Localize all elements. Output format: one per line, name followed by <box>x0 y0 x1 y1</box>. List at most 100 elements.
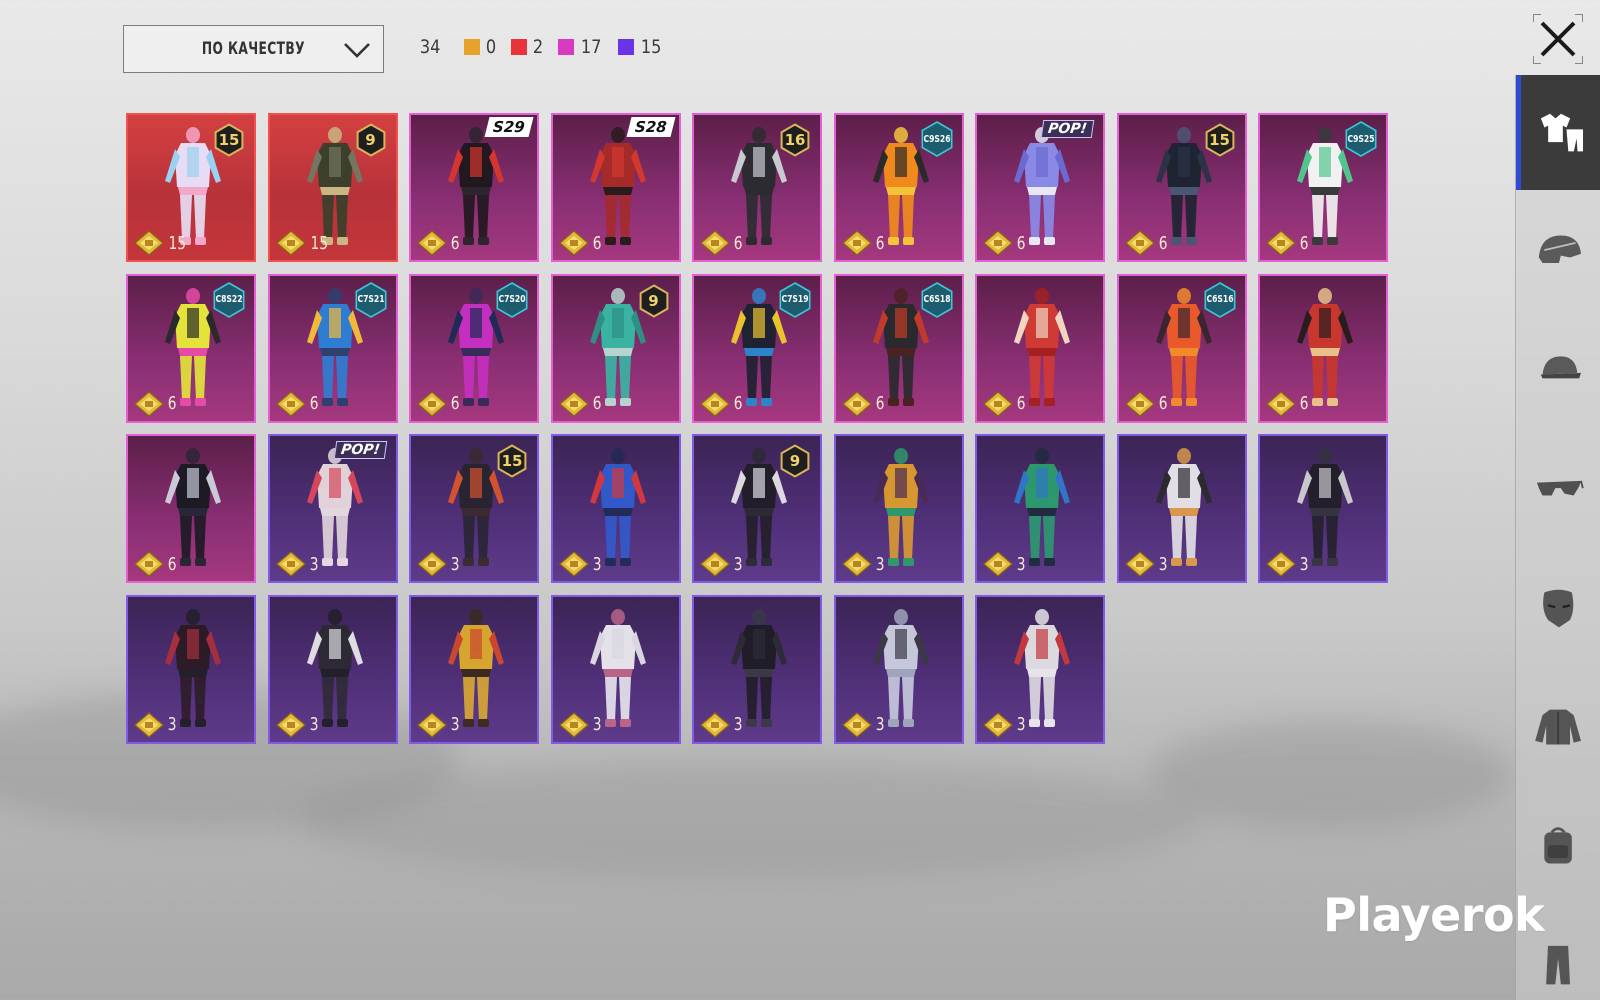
currency-diamond-icon <box>841 711 872 738</box>
category-tab-backpack[interactable] <box>1516 789 1600 904</box>
item-price-value: 3 <box>733 553 743 575</box>
item-card[interactable]: POP! 6 <box>975 113 1105 262</box>
item-card[interactable]: S28 6 <box>550 113 681 262</box>
item-card[interactable]: C9S26 6 <box>833 113 964 262</box>
item-card[interactable]: 6 <box>126 434 256 583</box>
currency-diamond-icon <box>841 551 872 577</box>
category-tab-helmet[interactable] <box>1516 194 1600 309</box>
category-tab-glasses[interactable] <box>1516 432 1600 547</box>
item-price-value: 6 <box>875 232 885 254</box>
currency-diamond-icon <box>1124 551 1155 577</box>
item-card[interactable]: 15 6 <box>1116 113 1247 262</box>
item-card[interactable]: 96 <box>550 273 681 423</box>
item-price-value: 3 <box>167 714 177 735</box>
item-card[interactable]: 3 <box>409 594 539 744</box>
level-badge: 9 <box>354 123 388 157</box>
quality-purple-swatch <box>617 39 634 55</box>
currency-diamond-icon <box>134 551 164 577</box>
item-card[interactable]: 3 <box>833 434 964 583</box>
level-badge: 15 <box>212 123 246 157</box>
item-price-value: 3 <box>1299 553 1309 575</box>
item-price: 6 <box>1266 390 1309 417</box>
quality-count-gold: 0 <box>464 36 497 58</box>
item-price: 3 <box>417 711 460 738</box>
item-card[interactable]: 3 <box>550 594 681 744</box>
item-card[interactable]: 3 <box>1258 434 1388 583</box>
watermark-logo: Playerok <box>1323 888 1545 942</box>
season-badge: S28 <box>626 117 675 137</box>
item-card[interactable]: 3 <box>692 594 822 744</box>
item-card[interactable]: 6 <box>975 273 1105 423</box>
helmet-icon <box>1538 235 1581 263</box>
item-card[interactable]: POP! 3 <box>267 434 398 583</box>
cycle-season-badge: C6S18 <box>918 281 956 318</box>
item-price: 3 <box>275 551 319 577</box>
category-tab-mask[interactable] <box>1516 551 1600 666</box>
item-card[interactable]: S29 6 <box>409 113 539 262</box>
item-card[interactable]: 3 <box>975 594 1105 744</box>
category-tab-jacket[interactable] <box>1516 670 1600 785</box>
category-tab-outfit[interactable] <box>1516 75 1600 190</box>
currency-diamond-icon <box>558 551 589 577</box>
item-card[interactable]: 3 <box>975 434 1105 583</box>
item-card[interactable]: C7S20 6 <box>409 273 539 423</box>
quality-pink-swatch <box>558 39 575 55</box>
cycle-season-badge-text: C6S18 <box>922 294 951 305</box>
item-card[interactable]: C7S19 6 <box>692 273 822 423</box>
item-card[interactable]: 93 <box>692 434 822 583</box>
currency-diamond-icon <box>1266 390 1296 417</box>
level-badge-text: 15 <box>501 452 523 470</box>
pop-badge: POP! <box>333 441 387 459</box>
item-card[interactable]: 3 <box>550 434 681 583</box>
currency-diamond-icon <box>983 230 1013 256</box>
pants-icon <box>1545 945 1570 984</box>
category-tab-cap[interactable] <box>1516 313 1600 428</box>
item-card[interactable]: 3 <box>833 594 964 744</box>
item-card[interactable]: 6 <box>1258 273 1388 423</box>
currency-diamond-icon <box>700 230 730 256</box>
item-price: 6 <box>417 390 460 417</box>
level-badge-text: 9 <box>648 291 659 310</box>
item-card[interactable]: C8S22 6 <box>126 273 256 423</box>
item-card[interactable]: C6S18 6 <box>833 273 964 423</box>
sort-dropdown-label: ПО КАЧЕСТВУ <box>201 39 306 59</box>
sort-dropdown[interactable]: ПО КАЧЕСТВУ <box>123 25 384 73</box>
item-price-value: 6 <box>450 393 460 414</box>
currency-diamond-icon <box>134 230 164 256</box>
item-price-value: 3 <box>450 714 460 735</box>
item-price: 3 <box>700 551 743 577</box>
item-price: 3 <box>983 551 1026 577</box>
quality-counts: 34 0 2 17 15 <box>418 36 677 58</box>
currency-diamond-icon <box>841 230 872 256</box>
currency-diamond-icon <box>1266 230 1296 256</box>
item-card[interactable]: 3 <box>126 594 256 744</box>
item-price-value: 3 <box>733 714 743 735</box>
currency-diamond-icon <box>558 390 589 417</box>
item-price: 3 <box>841 551 885 577</box>
item-price-value: 6 <box>592 232 602 254</box>
level-badge-text: 9 <box>789 452 801 470</box>
item-card[interactable]: 15 15 <box>126 113 256 262</box>
outfit-icon <box>1540 113 1583 151</box>
item-card[interactable]: C7S21 6 <box>267 273 398 423</box>
item-price: 3 <box>275 711 319 738</box>
quality-count-red: 2 <box>511 36 544 58</box>
item-price: 6 <box>134 551 177 577</box>
item-card[interactable]: 15 3 <box>409 434 539 583</box>
level-badge: 9 <box>778 444 812 478</box>
item-card[interactable]: 16 6 <box>692 113 822 262</box>
item-price: 6 <box>700 230 743 256</box>
quality-gold-swatch <box>464 39 481 55</box>
item-card[interactable]: C9S25 6 <box>1258 113 1388 262</box>
item-price: 6 <box>134 390 177 417</box>
jacket-icon <box>1534 709 1581 744</box>
item-card[interactable]: 3 <box>267 594 398 744</box>
item-card[interactable]: 9 15 <box>267 113 398 262</box>
item-card[interactable]: 3 <box>1116 434 1247 583</box>
item-card[interactable]: C6S16 6 <box>1116 273 1247 423</box>
close-button[interactable] <box>1533 14 1583 64</box>
cap-icon <box>1540 355 1581 378</box>
level-badge-text: 9 <box>365 131 376 149</box>
currency-diamond-icon <box>134 390 164 417</box>
item-price: 6 <box>983 390 1026 417</box>
